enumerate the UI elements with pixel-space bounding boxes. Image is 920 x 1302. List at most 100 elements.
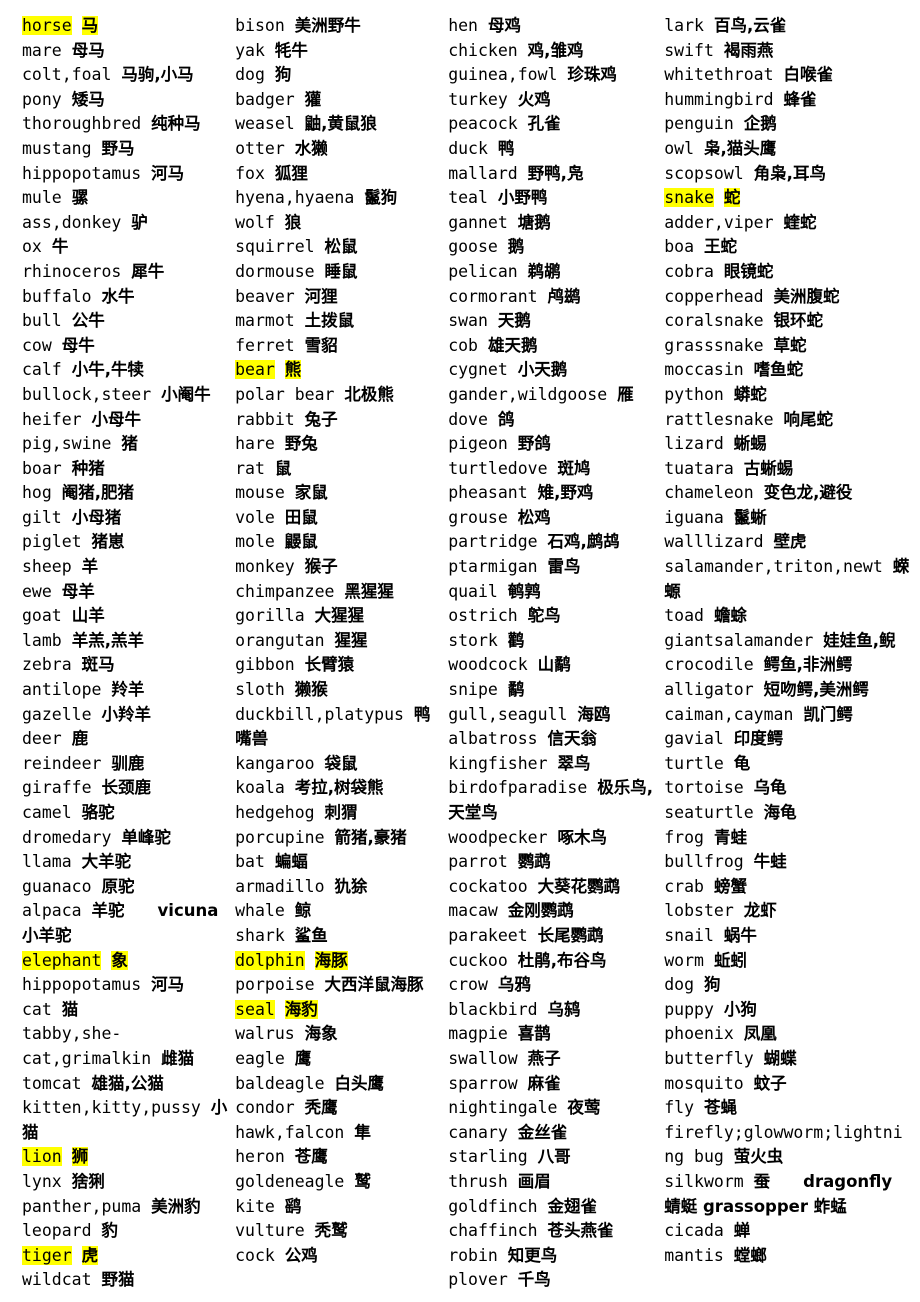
entry-chinese-term: 狗 bbox=[274, 65, 292, 85]
entry-chinese-term: 鲸 bbox=[294, 901, 312, 921]
entry-english-term: bison bbox=[235, 16, 285, 35]
vocab-entry: hare 野兔 bbox=[235, 432, 442, 457]
entry-separator bbox=[764, 287, 774, 306]
vocab-entry: gull,seagull 海鸥 bbox=[448, 703, 658, 728]
entry-chinese-term: 龟 bbox=[733, 753, 751, 773]
entry-separator bbox=[285, 680, 295, 699]
entry-english-term: gazelle bbox=[22, 704, 92, 724]
vocab-entry: thoroughbred 纯种马 bbox=[22, 112, 229, 137]
entry-separator bbox=[744, 1172, 754, 1191]
vocab-entry: dog 狗 bbox=[235, 63, 442, 88]
vocab-entry: thrush 画眉 bbox=[448, 1170, 658, 1195]
vocab-entry: heron 苍鹰 bbox=[235, 1145, 442, 1170]
entry-english-term: grouse bbox=[448, 507, 508, 527]
entry-english-term: goose bbox=[448, 237, 498, 257]
entry-separator bbox=[694, 975, 704, 994]
entry-chinese-term: 鲨鱼 bbox=[294, 925, 328, 945]
entry-separator bbox=[92, 1270, 102, 1289]
entry-english-term: hippopotamus bbox=[22, 163, 142, 183]
entry-chinese-term: 燕子 bbox=[527, 1048, 561, 1068]
entry-chinese-term: 河狸 bbox=[304, 286, 338, 306]
vocab-entry: yak 牦牛 bbox=[235, 39, 442, 64]
entry-chinese-term: 狗 bbox=[704, 975, 721, 995]
vocab-entry: frog 青蛙 bbox=[664, 826, 910, 851]
entry-chinese-term: 萤火虫 bbox=[733, 1147, 784, 1167]
vocab-entry: swan 天鹅 bbox=[448, 309, 658, 334]
entry-english-term: sheep bbox=[22, 557, 72, 577]
vocab-entry: plover 千鸟 bbox=[448, 1268, 658, 1293]
entry-chinese-term: 狐狸 bbox=[274, 163, 308, 183]
entry-chinese-term: 长颈鹿 bbox=[101, 778, 151, 798]
entry-separator bbox=[774, 410, 784, 429]
entry-english-term: hummingbird bbox=[664, 89, 774, 109]
entry-separator bbox=[538, 532, 548, 551]
entry-separator bbox=[704, 877, 714, 896]
entry-chinese-term: 犀牛 bbox=[131, 261, 165, 281]
entry-english-term: swan bbox=[448, 311, 488, 331]
vocab-entry: mole 鼹鼠 bbox=[235, 530, 442, 555]
vocab-entry: pig,swine 猪 bbox=[22, 432, 229, 457]
vocab-entry: mouse 家鼠 bbox=[235, 481, 442, 506]
vocab-entry: ass,donkey 驴 bbox=[22, 211, 229, 236]
entry-english-term: dolphin bbox=[235, 950, 305, 970]
entry-english-term: swift bbox=[664, 40, 714, 60]
entry-english-term: python bbox=[664, 384, 724, 404]
entry-separator bbox=[62, 1147, 72, 1166]
entry-separator bbox=[538, 557, 548, 576]
entry-chinese-term: 鹅 bbox=[507, 237, 525, 257]
entry-separator bbox=[694, 237, 704, 256]
entry-english-term: cow bbox=[22, 335, 52, 355]
entry-english-term: duck bbox=[448, 138, 488, 158]
entry-separator bbox=[325, 631, 335, 650]
entry-chinese-term: 猩猩 bbox=[334, 630, 368, 650]
entry-separator bbox=[724, 1221, 734, 1240]
entry-english-term: frog bbox=[664, 827, 704, 847]
entry-chinese-term: 雄猫,公猫 bbox=[91, 1073, 164, 1093]
vocab-entry: giraffe 长颈鹿 bbox=[22, 776, 229, 801]
vocab-entry: wildcat 野猫 bbox=[22, 1268, 229, 1293]
entry-separator bbox=[518, 114, 528, 133]
entry-chinese-term: 小羚羊 bbox=[101, 704, 151, 724]
entry-english-term: vulture bbox=[235, 1221, 305, 1241]
entry-chinese-term: 塘鹅 bbox=[517, 212, 551, 232]
entry-chinese-term: 犰狳 bbox=[334, 876, 368, 896]
entry-english-term: lark bbox=[664, 16, 704, 35]
vocab-entry: gannet 塘鹅 bbox=[448, 211, 658, 236]
entry-chinese-term: 河马 bbox=[151, 975, 185, 995]
vocab-entry: pelican 鹈鹕 bbox=[448, 260, 658, 285]
entry-english-term: lizard bbox=[664, 434, 724, 454]
entry-chinese-term: 斑鸠 bbox=[557, 458, 591, 478]
entry-chinese-term: 鸬鹚 bbox=[547, 286, 581, 306]
entry-chinese-term: 画眉 bbox=[517, 1171, 551, 1191]
entry-separator bbox=[285, 901, 295, 920]
entry-chinese-term: 龙虾 bbox=[743, 901, 777, 921]
entry-separator bbox=[734, 459, 744, 478]
entry-english-term: colt,foal bbox=[22, 65, 112, 85]
entry-english-term: cicada bbox=[664, 1221, 724, 1241]
entry-english-term: woodcock bbox=[448, 655, 528, 675]
entry-english-term: puppy bbox=[664, 999, 714, 1019]
entry-separator bbox=[694, 1098, 704, 1117]
vocab-entry: silkworm 蚕 dragonfly 蜻蜓 grassopper 蚱蜢 bbox=[664, 1170, 910, 1219]
vocab-entry: vole 田鼠 bbox=[235, 506, 442, 531]
vocab-entry: hog 阉猪,肥猪 bbox=[22, 481, 229, 506]
entry-chinese-term: 苍头燕雀 bbox=[547, 1221, 614, 1241]
entry-english-term: tomcat bbox=[22, 1073, 82, 1093]
entry-separator bbox=[774, 65, 784, 84]
vocab-entry: rabbit 兔子 bbox=[235, 408, 442, 433]
entry-english-term: cygnet bbox=[448, 360, 508, 380]
entry-chinese-term: 公牛 bbox=[71, 311, 105, 331]
entry-separator bbox=[52, 1000, 62, 1019]
entry-chinese-term: 狮 bbox=[71, 1147, 89, 1167]
vocab-entry: marmot 土拨鼠 bbox=[235, 309, 442, 334]
entry-chinese-term: 角枭,耳鸟 bbox=[753, 163, 826, 183]
entry-chinese-term: 原驼 bbox=[101, 876, 135, 896]
entry-chinese-term: 白喉雀 bbox=[783, 65, 833, 85]
entry-chinese-term: 壁虎 bbox=[773, 532, 807, 552]
entry-english-term: owl bbox=[664, 138, 695, 158]
vocab-entry: turtle 龟 bbox=[664, 752, 910, 777]
entry-separator bbox=[498, 901, 508, 920]
vocab-entry: robin 知更鸟 bbox=[448, 1244, 658, 1269]
entry-english-term: dog bbox=[664, 975, 695, 995]
entry-chinese-term: 鹈鹕 bbox=[527, 261, 561, 281]
